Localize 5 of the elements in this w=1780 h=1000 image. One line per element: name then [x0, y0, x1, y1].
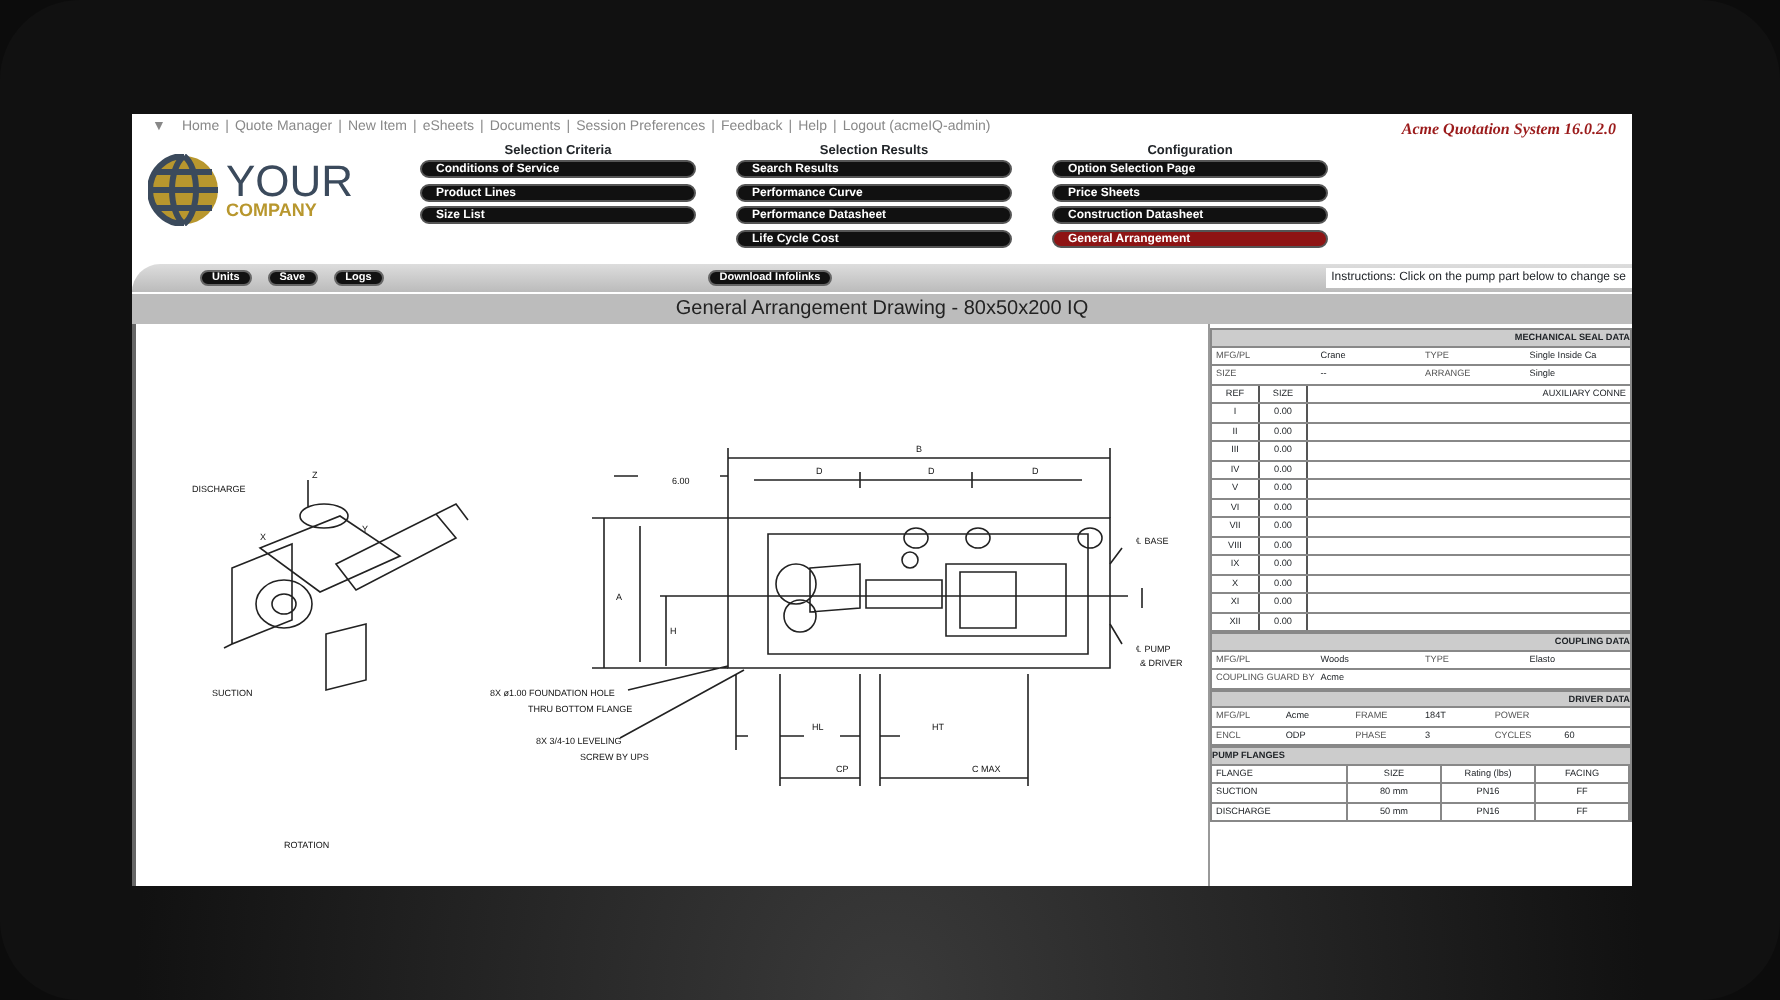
drawing-title: General Arrangement Drawing - 80x50x200 IQ [132, 292, 1632, 324]
logo-text: YOUR [226, 162, 354, 202]
app-version: Acme Quotation System 16.0.2.0 [1401, 117, 1616, 141]
logo-text: COMPANY [226, 202, 319, 218]
globe-logo-icon [148, 154, 220, 226]
